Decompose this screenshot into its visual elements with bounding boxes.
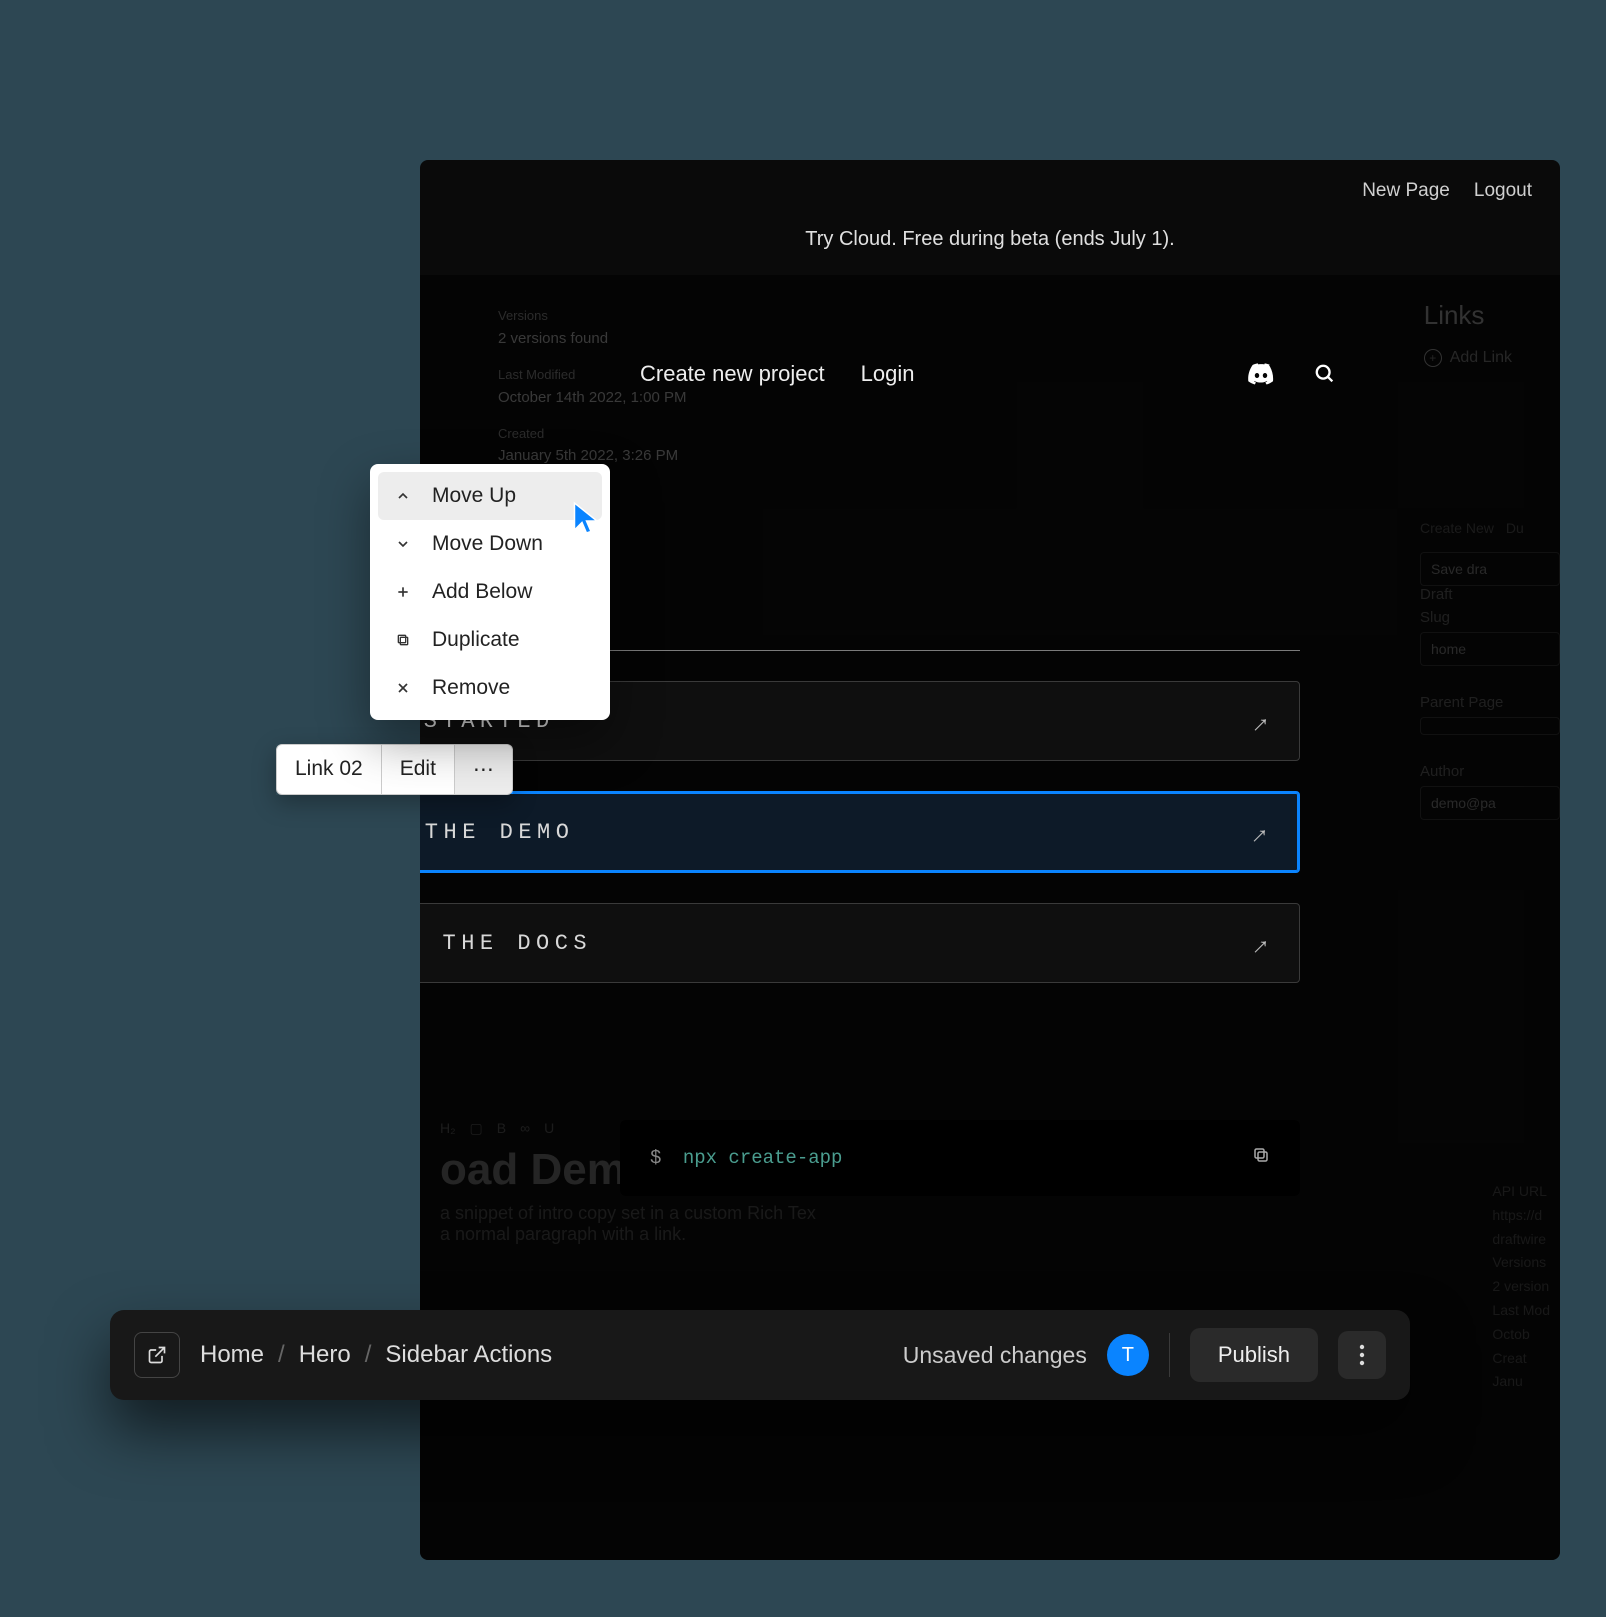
arrow-icon: → [1241,814,1277,850]
breadcrumb-home[interactable]: Home [200,1341,264,1369]
modified-value-bottom: Octob [1492,1323,1550,1347]
underline-icon: U [544,1120,554,1137]
code-block: $ npx create-app [620,1120,1300,1196]
add-link-button[interactable]: + Add Link [1424,349,1512,367]
created-value-bottom: Janu [1492,1370,1550,1394]
link-card-label: TRY THE DEMO [420,820,574,845]
slug-label: Slug [1420,609,1560,626]
menu-item-label: Duplicate [432,628,520,652]
menu-item-add-below[interactable]: Add Below [378,568,602,616]
create-project-link[interactable]: Create new project [640,361,825,387]
code-prompt: $ [650,1147,661,1169]
versions-label: Versions [498,306,686,327]
bold-icon: B [497,1120,506,1137]
menu-item-duplicate[interactable]: Duplicate [378,616,602,664]
plus-icon: + [1424,349,1442,367]
modified-label-bottom: Last Mod [1492,1299,1550,1323]
versions-value: 2 versions found [498,327,686,351]
duplicate-action[interactable]: Du [1506,520,1524,536]
parent-page-label: Parent Page [1420,694,1560,711]
right-sidebar: Create New Du Save dra Draft Slug home P… [1420,520,1560,848]
discord-icon[interactable] [1247,360,1275,388]
header-nav: Create new project Login [640,360,1339,388]
created-label-bottom: Creat [1492,1347,1550,1371]
edit-button[interactable]: Edit [382,744,455,795]
link-icon: ∞ [520,1120,530,1137]
publish-button[interactable]: Publish [1190,1328,1318,1382]
breadcrumb-separator: / [278,1341,285,1369]
bottom-meta: API URL https://d draftwire Versions 2 v… [1492,1180,1550,1394]
avatar[interactable]: T [1107,1334,1149,1376]
menu-item-remove[interactable]: Remove [378,664,602,712]
menu-item-label: Add Below [432,580,532,604]
more-options-button[interactable]: ⋯ [455,744,513,795]
more-menu-button[interactable] [1338,1331,1386,1379]
duplicate-icon [392,632,414,648]
link-card-label: READ THE DOCS [420,931,592,956]
close-icon [392,680,414,696]
inline-toolbar: Link 02 Edit ⋯ [276,744,513,795]
slug-input[interactable]: home [1420,632,1560,666]
create-new-action[interactable]: Create New [1420,520,1494,536]
cursor-icon [570,500,606,541]
arrow-icon: → [1242,925,1278,961]
links-panel-title: Links [1424,300,1512,331]
save-draft-button[interactable]: Save dra [1420,552,1560,586]
modified-value: October 14th 2022, 1:00 PM [498,386,686,410]
divider [1169,1333,1170,1377]
richtext-line1: a snippet of intro copy set in a custom … [440,1203,816,1224]
versions-value-bottom: 2 version [1492,1275,1550,1299]
breadcrumb-current: Sidebar Actions [385,1341,552,1369]
top-bar: New Page Logout [420,160,1560,214]
unsaved-changes-label: Unsaved changes [903,1342,1087,1369]
heading-icon: H₂ [440,1120,456,1137]
add-link-label: Add Link [1450,349,1512,367]
created-label: Created [498,424,686,445]
menu-item-move-down[interactable]: Move Down [378,520,602,568]
menu-item-label: Move Down [432,532,543,556]
external-link-icon[interactable] [134,1332,180,1378]
versions-label-bottom: Versions [1492,1251,1550,1275]
link-card-try-demo[interactable]: TRY THE DEMO → [420,791,1300,873]
menu-item-label: Remove [432,676,510,700]
block-badge: Link 02 [276,744,382,795]
author-label: Author [1420,763,1560,780]
chevron-up-icon [392,488,414,504]
api-url-label: API URL [1492,1180,1550,1204]
new-page-link[interactable]: New Page [1362,180,1450,202]
api-url-value: https://d [1492,1204,1550,1228]
arrow-icon: → [1242,703,1278,739]
code-command: npx create-app [683,1147,843,1169]
richtext-line2: a normal paragraph with a link. [440,1224,816,1245]
parent-page-select[interactable] [1420,717,1560,735]
menu-item-label: Move Up [432,484,516,508]
login-link[interactable]: Login [861,361,915,387]
search-icon[interactable] [1311,360,1339,388]
draft-status-label: Draft [1420,586,1560,603]
logout-link[interactable]: Logout [1474,180,1532,202]
chevron-down-icon [392,536,414,552]
slug-value-bottom: draftwire [1492,1228,1550,1252]
bottom-toolbar: Home / Hero / Sidebar Actions Unsaved ch… [110,1310,1410,1400]
image-icon: ▢ [470,1120,483,1137]
copy-icon[interactable] [1252,1146,1270,1170]
breadcrumb-separator: / [365,1341,372,1369]
author-value: demo@pa [1420,786,1560,820]
breadcrumb: Home / Hero / Sidebar Actions [200,1341,552,1369]
promo-banner: Try Cloud. Free during beta (ends July 1… [420,214,1560,269]
menu-item-move-up[interactable]: Move Up [378,472,602,520]
links-panel: Links + Add Link [1424,300,1512,367]
breadcrumb-hero[interactable]: Hero [299,1341,351,1369]
link-card-read-docs[interactable]: READ THE DOCS → [420,903,1300,983]
plus-icon [392,584,414,600]
